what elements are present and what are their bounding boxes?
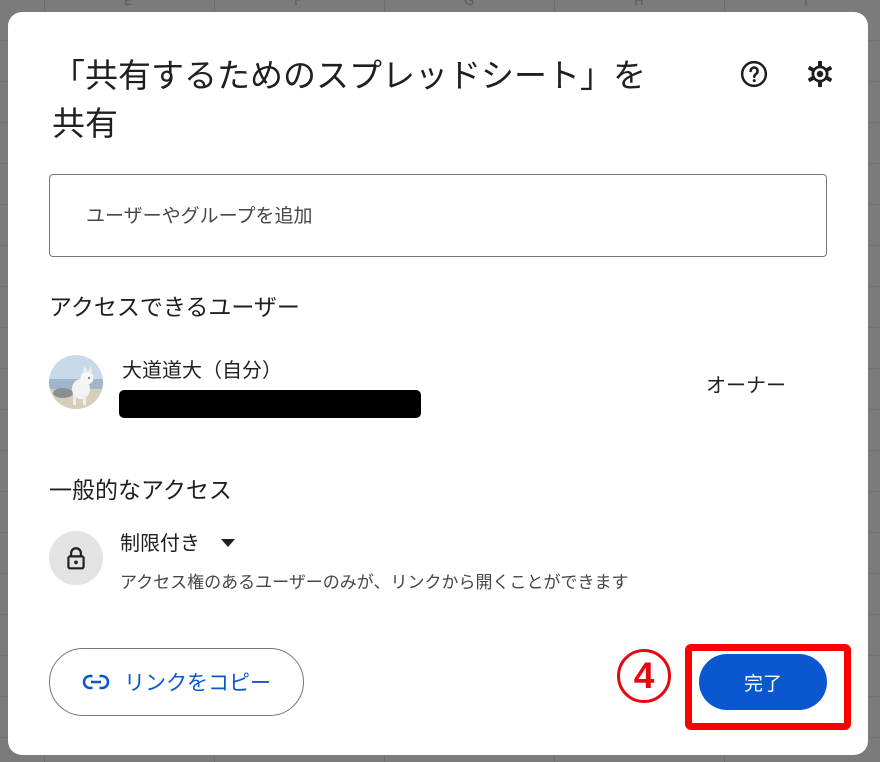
add-people-input[interactable] xyxy=(49,174,827,257)
people-with-access-heading: アクセスできるユーザー xyxy=(49,295,300,321)
link-icon xyxy=(82,674,110,690)
column-letter: H xyxy=(634,0,644,9)
gear-icon xyxy=(807,60,833,88)
redacted-email xyxy=(119,390,421,418)
lock-icon-container xyxy=(49,531,103,585)
done-button[interactable]: 完了 xyxy=(699,654,827,710)
settings-button[interactable] xyxy=(802,56,838,92)
column-letter: G xyxy=(464,0,475,9)
column-letter: I xyxy=(804,0,808,9)
share-dialog: 「共有するためのスプレッドシート」を共有 アクセスできるユーザー xyxy=(8,12,868,755)
help-circle-icon xyxy=(740,60,768,88)
general-access-heading: 一般的なアクセス xyxy=(49,478,232,504)
dropdown-arrow-icon xyxy=(221,538,235,547)
general-access-dropdown[interactable]: 制限付き xyxy=(120,527,236,556)
help-button[interactable] xyxy=(736,56,772,92)
avatar xyxy=(49,355,103,409)
dialog-title: 「共有するためのスプレッドシート」を共有 xyxy=(52,56,646,143)
lock-icon xyxy=(67,547,85,570)
general-access-description: アクセス権のあるユーザーのみが、リンクから開くことができます xyxy=(120,573,629,593)
owner-role: オーナー xyxy=(706,373,786,397)
column-letter: F xyxy=(294,0,302,9)
step-number-marker: 4 xyxy=(617,649,671,703)
column-letter: E xyxy=(124,0,133,9)
copy-link-button[interactable]: リンクをコピー xyxy=(49,648,304,716)
general-access-selected: 制限付き xyxy=(120,531,200,555)
owner-name: 大道道大（自分） xyxy=(122,358,282,382)
copy-link-label: リンクをコピー xyxy=(124,671,271,695)
